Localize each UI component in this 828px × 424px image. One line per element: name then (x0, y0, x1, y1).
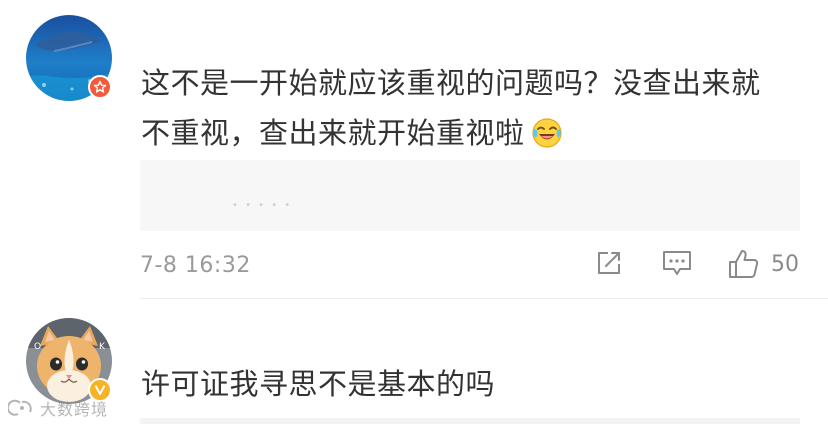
like-button[interactable]: 50 (727, 248, 799, 280)
quoted-placeholder-dots: • • • • • (232, 200, 293, 211)
svg-text:O: O (34, 342, 41, 352)
watermark: 大数跨境 (8, 396, 108, 420)
quoted-content-card[interactable]: • • • • • (140, 160, 800, 231)
comment-text: 这不是一开始就应该重视的问题吗？没查出来就 不重视，查出来就开始重视啦 (141, 58, 791, 164)
thumbs-up-icon (729, 250, 759, 278)
watermark-logo-icon (8, 399, 32, 416)
comment-button[interactable] (661, 248, 693, 278)
comment-text-line: 许可证我寻思不是基本的吗 (141, 367, 496, 401)
comment-text-line: 不重视，查出来就开始重视啦 (141, 116, 525, 150)
star-icon (93, 80, 107, 93)
watermark-text: 大数跨境 (40, 400, 109, 419)
star-badge-icon (88, 75, 112, 99)
comment-item: 这不是一开始就应该重视的问题吗？没查出来就 不重视，查出来就开始重视啦 • • … (0, 0, 828, 299)
laughing-crying-emoji-icon (531, 114, 563, 164)
comment-author-avatar[interactable]: O K (26, 318, 112, 404)
like-count: 50 (771, 251, 799, 277)
share-button[interactable] (594, 248, 624, 278)
comment-timestamp: 7-8 16:32 (140, 253, 251, 278)
comment-text: 许可证我寻思不是基本的吗 (141, 359, 791, 409)
next-content-strip (140, 418, 800, 424)
comment-icon (663, 251, 691, 275)
share-icon (598, 252, 620, 274)
comment-item: O K 许可证我寻思不是基本的吗 (0, 299, 828, 424)
comment-text-line: 这不是一开始就应该重视的问题吗？没查出来就 (141, 66, 761, 100)
comment-author-avatar[interactable] (26, 15, 112, 101)
v-icon (95, 385, 105, 395)
